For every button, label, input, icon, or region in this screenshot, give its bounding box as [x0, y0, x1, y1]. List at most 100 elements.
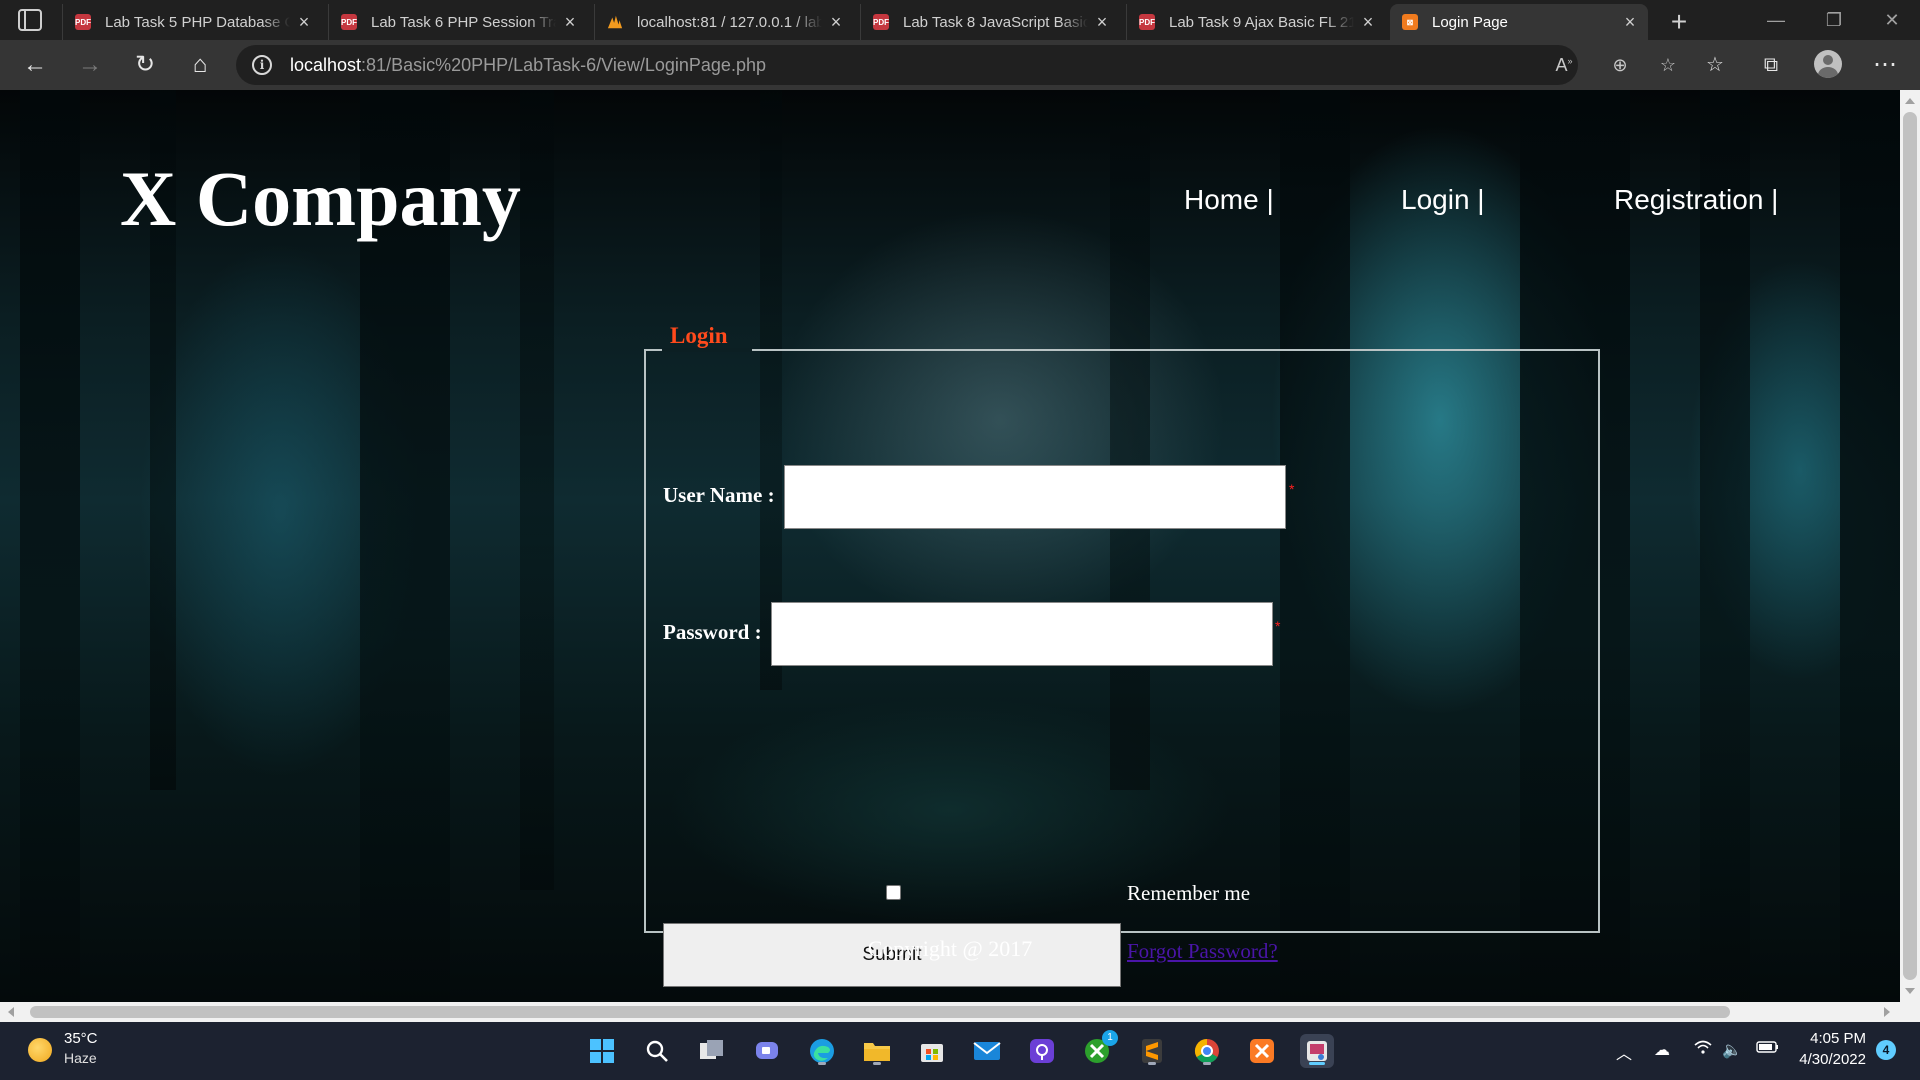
- tab-title: Lab Task 6 PHP Session Trac: [371, 13, 556, 31]
- teams-chat-icon[interactable]: [750, 1034, 784, 1068]
- volume-icon[interactable]: 🔈: [1722, 1040, 1742, 1060]
- close-icon[interactable]: ×: [1616, 12, 1644, 33]
- collections-icon[interactable]: ⧉: [1758, 52, 1784, 78]
- wifi-icon[interactable]: [1694, 1040, 1712, 1059]
- pdf-icon: PDF: [341, 14, 357, 30]
- scroll-right-icon[interactable]: [1884, 1007, 1890, 1017]
- running-indicator: [1309, 1062, 1325, 1065]
- url-text[interactable]: localhost:81/Basic%20PHP/LabTask-6/View/…: [290, 55, 766, 76]
- sublime-text-icon[interactable]: [1135, 1034, 1169, 1068]
- xampp-icon: ⊠: [1402, 14, 1418, 30]
- forward-icon[interactable]: →: [77, 52, 103, 78]
- login-fieldset: Login User Name : * Password : * Remembe…: [644, 323, 1600, 987]
- search-icon[interactable]: [640, 1034, 674, 1068]
- background-tree: [1840, 90, 1900, 1002]
- mail-icon[interactable]: [970, 1034, 1004, 1068]
- window-close-icon[interactable]: ✕: [1868, 6, 1916, 34]
- minimize-icon[interactable]: —: [1752, 6, 1800, 34]
- chrome-icon[interactable]: [1190, 1034, 1224, 1068]
- address-bar[interactable]: i localhost:81/Basic%20PHP/LabTask-6/Vie…: [236, 45, 1676, 85]
- running-indicator: [1148, 1062, 1156, 1065]
- battery-icon[interactable]: [1756, 1040, 1780, 1059]
- xampp-icon[interactable]: [1245, 1034, 1279, 1068]
- scroll-thumb[interactable]: [1903, 112, 1917, 980]
- background-tree: [20, 90, 80, 1002]
- horizontal-scrollbar[interactable]: [0, 1002, 1920, 1022]
- tab-title: Lab Task 9 Ajax Basic FL 21-: [1169, 13, 1354, 31]
- refresh-icon[interactable]: ↻: [132, 52, 158, 78]
- edge-icon[interactable]: [805, 1034, 839, 1068]
- browser-tab[interactable]: PDF Lab Task 9 Ajax Basic FL 21- ×: [1126, 4, 1386, 40]
- running-indicator: [873, 1062, 881, 1065]
- pdf-icon: PDF: [873, 14, 889, 30]
- profile-avatar[interactable]: [1814, 50, 1842, 78]
- scroll-down-icon[interactable]: [1905, 988, 1915, 994]
- pdf-icon: PDF: [1139, 14, 1155, 30]
- background-tree: [520, 90, 554, 890]
- task-view-icon[interactable]: [695, 1034, 729, 1068]
- new-tab-icon[interactable]: +: [1664, 6, 1694, 38]
- snipping-tool-icon[interactable]: [1300, 1034, 1334, 1068]
- weather-sun-icon[interactable]: [28, 1038, 52, 1062]
- scroll-thumb[interactable]: [30, 1006, 1730, 1018]
- add-favorite-icon[interactable]: ☆: [1656, 55, 1680, 77]
- restore-icon[interactable]: ❐: [1810, 6, 1858, 34]
- weather-temperature[interactable]: 35°C: [64, 1030, 98, 1047]
- background-tree: [1700, 90, 1750, 1002]
- clock-time[interactable]: 4:05 PM: [1808, 1030, 1866, 1047]
- remember-me-label[interactable]: Remember me: [1127, 881, 1250, 906]
- login-legend: Login: [670, 323, 728, 348]
- file-explorer-icon[interactable]: [860, 1034, 894, 1068]
- info-icon[interactable]: i: [252, 55, 272, 75]
- tab-title: localhost:81 / 127.0.0.1 / lab: [637, 13, 822, 31]
- vertical-scrollbar[interactable]: [1900, 90, 1920, 1002]
- weather-description[interactable]: Haze: [64, 1050, 97, 1066]
- phpmyadmin-icon: [607, 14, 623, 30]
- close-icon[interactable]: ×: [822, 12, 850, 33]
- show-hidden-icons-icon[interactable]: ︿: [1616, 1040, 1632, 1064]
- favorites-icon[interactable]: ☆: [1702, 52, 1728, 78]
- home-icon[interactable]: ⌂: [187, 52, 213, 78]
- copyright-text: Copyright @ 2017: [867, 936, 1033, 961]
- close-icon[interactable]: ×: [556, 12, 584, 33]
- close-icon[interactable]: ×: [1088, 12, 1116, 33]
- browser-tab[interactable]: PDF Lab Task 8 JavaScript Basic S ×: [860, 4, 1120, 40]
- notification-badge: 1: [1102, 1030, 1118, 1046]
- more-menu-icon[interactable]: ⋯: [1872, 52, 1898, 78]
- tab-actions-icon[interactable]: [18, 9, 42, 31]
- podcast-app-icon[interactable]: [1025, 1034, 1059, 1068]
- tab-title: Lab Task 5 PHP Database Co: [105, 13, 290, 31]
- back-icon[interactable]: ←: [22, 52, 48, 78]
- required-mark: *: [1275, 618, 1281, 634]
- browser-tab-bar: PDF Lab Task 5 PHP Database Co × PDF Lab…: [0, 0, 1920, 40]
- microsoft-store-icon[interactable]: [915, 1034, 949, 1068]
- remember-me-checkbox[interactable]: [886, 885, 901, 900]
- url-path: :81/Basic%20PHP/LabTask-6/View/LoginPage…: [361, 55, 766, 75]
- username-label: User Name :: [663, 483, 775, 507]
- browser-tab[interactable]: localhost:81 / 127.0.0.1 / lab ×: [594, 4, 854, 40]
- clock-date[interactable]: 4/30/2022: [1796, 1051, 1866, 1068]
- browser-tab-active[interactable]: ⊠ Login Page ×: [1390, 4, 1648, 40]
- onedrive-icon[interactable]: ☁: [1654, 1040, 1670, 1060]
- scroll-up-icon[interactable]: [1905, 98, 1915, 104]
- xbox-icon[interactable]: 1: [1080, 1030, 1118, 1068]
- scroll-left-icon[interactable]: [8, 1007, 14, 1017]
- browser-tab[interactable]: PDF Lab Task 6 PHP Session Trac ×: [328, 4, 588, 40]
- username-input[interactable]: [784, 465, 1286, 529]
- nav-link-home[interactable]: Home |: [1184, 184, 1274, 216]
- running-indicator: [818, 1062, 826, 1065]
- close-icon[interactable]: ×: [290, 12, 318, 33]
- notification-count-badge[interactable]: 4: [1876, 1040, 1896, 1060]
- read-aloud-icon[interactable]: A»: [1552, 55, 1576, 77]
- password-input[interactable]: [771, 602, 1273, 666]
- password-label: Password :: [663, 620, 762, 644]
- nav-link-registration[interactable]: Registration |: [1614, 184, 1778, 216]
- running-indicator: [1203, 1062, 1211, 1065]
- nav-link-login[interactable]: Login |: [1401, 184, 1485, 216]
- zoom-icon[interactable]: ⊕: [1608, 55, 1632, 77]
- close-icon[interactable]: ×: [1354, 12, 1382, 33]
- browser-tab[interactable]: PDF Lab Task 5 PHP Database Co ×: [62, 4, 322, 40]
- start-icon[interactable]: [585, 1034, 619, 1068]
- tab-title: Lab Task 8 JavaScript Basic S: [903, 13, 1088, 31]
- tab-title: Login Page: [1432, 13, 1508, 31]
